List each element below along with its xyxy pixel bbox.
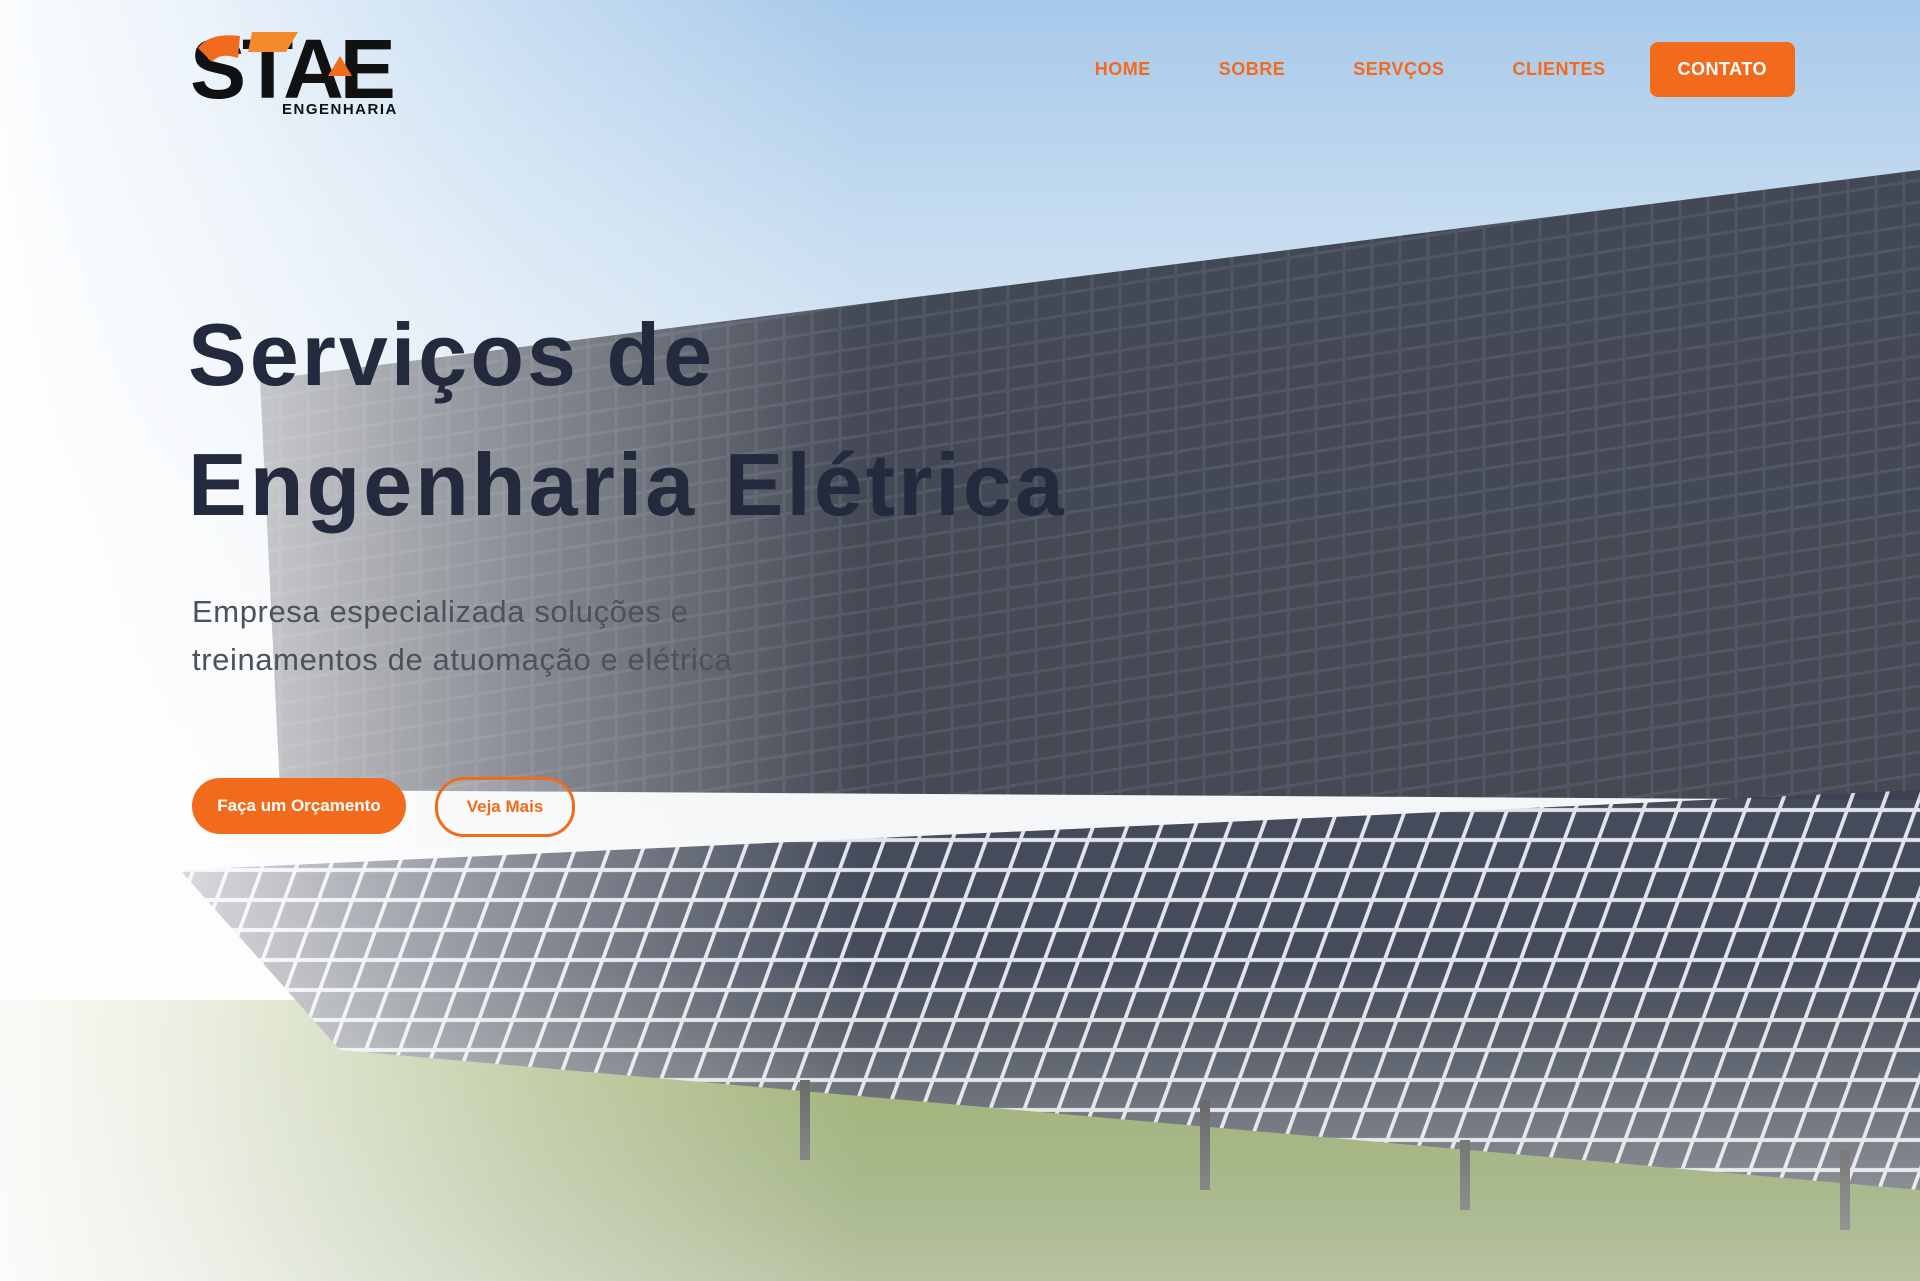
hero-subtitle: Empresa especializada soluções e treinam… <box>192 588 832 684</box>
nav-clientes[interactable]: CLIENTES <box>1512 59 1605 80</box>
hero-subtitle-line-2: treinamentos de atuomação e elétrica <box>192 642 733 677</box>
hero-subtitle-line-1: Empresa especializada soluções e <box>192 594 689 629</box>
svg-text:ENGENHARIA: ENGENHARIA <box>282 101 398 118</box>
hero-title-line-2: Engenharia Elétrica <box>188 435 1067 534</box>
contato-button[interactable]: CONTATO <box>1649 42 1795 97</box>
hero-title-line-1: Serviços de <box>188 305 716 404</box>
nav-servicos[interactable]: SERVÇOS <box>1353 59 1444 80</box>
site-header: STAE ENGENHARIA HOME SOBRE SERVÇOS CLIEN… <box>0 0 1920 140</box>
orcamento-button[interactable]: Faça um Orçamento <box>192 778 406 834</box>
stae-logo[interactable]: STAE ENGENHARIA <box>190 26 410 118</box>
nav-home[interactable]: HOME <box>1095 59 1151 80</box>
nav-sobre[interactable]: SOBRE <box>1219 59 1286 80</box>
main-nav: HOME SOBRE SERVÇOS CLIENTES CONTATO <box>1095 42 1795 97</box>
veja-mais-button[interactable]: Veja Mais <box>435 777 575 837</box>
hero-title: Serviços de Engenharia Elétrica <box>188 290 1288 550</box>
